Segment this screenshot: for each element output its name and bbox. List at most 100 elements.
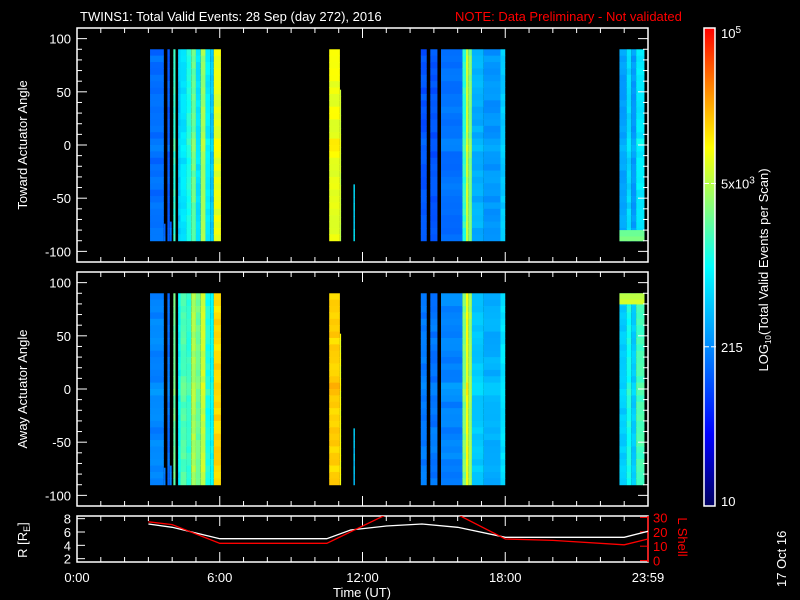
heat-cell (213, 414, 221, 422)
heat-cell (329, 227, 340, 235)
heat-cell (430, 357, 438, 364)
heat-cell (483, 293, 501, 301)
heat-cell (213, 68, 221, 76)
heat-cell (626, 196, 632, 203)
heat-cell (465, 74, 469, 82)
heat-cell (329, 145, 340, 152)
heat-cell (631, 151, 637, 159)
heat-cell (167, 408, 170, 416)
heat-cell (186, 164, 192, 172)
heat-cell (173, 176, 176, 184)
heat-cell (420, 478, 427, 486)
heat-cell (200, 81, 206, 89)
heat-cell (468, 138, 472, 146)
heat-cell (339, 467, 342, 475)
heat-cell (468, 465, 472, 473)
heat-cell (483, 87, 501, 95)
heat-cell (329, 427, 340, 435)
heat-cell (186, 234, 192, 242)
heat-cell (329, 208, 340, 216)
heat-cell (500, 331, 506, 339)
heat-cell (205, 293, 211, 301)
heat-cell (471, 196, 484, 203)
heat-cell (420, 106, 427, 114)
heat-cell (619, 414, 627, 422)
heat-cell (420, 414, 427, 422)
y-tick-label: -50 (52, 435, 71, 450)
heat-cell (500, 325, 506, 333)
heat-cell (468, 414, 472, 422)
heat-cell (329, 113, 340, 120)
heat-cell (167, 376, 170, 384)
heat-cell (500, 465, 506, 473)
heat-cell (205, 471, 211, 479)
heat-cell (173, 420, 176, 428)
heat-cell (150, 68, 164, 76)
heat-cell (430, 408, 438, 416)
heat-cell (500, 414, 506, 422)
heat-cell (150, 357, 164, 364)
heat-cell (619, 196, 627, 203)
heat-cell (468, 196, 472, 203)
x-tick-label: 18:00 (489, 570, 522, 585)
heat-cell (329, 234, 340, 242)
heat-cell (483, 106, 501, 114)
heat-cell (500, 440, 506, 447)
heat-cell (205, 357, 211, 364)
heat-cell (441, 132, 463, 140)
heat-cell (339, 89, 342, 97)
heat-cell (200, 382, 206, 390)
orbit-panel: 246801020300:00 6:00 12:00 18:00 23:59 (64, 510, 668, 585)
heat-strip (441, 49, 463, 242)
heat-cell (150, 465, 164, 473)
heat-cell (441, 459, 463, 467)
heat-cell (626, 433, 632, 441)
heat-strip (483, 49, 501, 242)
heat-cell (173, 125, 176, 133)
heat-cell (500, 145, 506, 152)
heat-cell (462, 318, 466, 326)
heat-cell (471, 357, 484, 364)
heat-cell (150, 138, 164, 146)
heat-cell (191, 68, 196, 76)
heat-cell (468, 299, 472, 307)
heat-strip (500, 49, 506, 242)
heat-cell (471, 68, 484, 76)
xlabel: Time (UT) (333, 585, 391, 600)
heat-strip (195, 49, 201, 242)
heat-cell (465, 87, 469, 95)
heat-cell (339, 340, 342, 347)
heat-cell (200, 106, 206, 114)
heat-cell (150, 74, 164, 82)
heat-cell (468, 446, 472, 454)
heat-cell (186, 306, 192, 313)
heat-cell (420, 208, 427, 216)
heat-cell (213, 157, 221, 165)
heat-cell (441, 227, 463, 235)
heat-cell (339, 179, 342, 186)
heat-cell (468, 151, 472, 159)
heat-strip (420, 49, 427, 242)
heat-cell (195, 452, 201, 460)
heat-cell (167, 452, 170, 460)
heat-cell (471, 376, 484, 384)
heat-cell (441, 478, 463, 486)
heat-cell (462, 234, 466, 242)
heat-cell (329, 325, 340, 333)
heat-cell (441, 151, 463, 159)
heat-cell (636, 157, 645, 165)
heat-cell (150, 106, 164, 114)
heat-cell (626, 331, 632, 339)
heat-cell (500, 369, 506, 377)
heat-cell (483, 382, 501, 390)
heat-cell (465, 196, 469, 203)
heat-cell (626, 420, 632, 428)
heat-cell (465, 331, 469, 339)
heat-cell (178, 68, 181, 76)
heat-cell (186, 215, 192, 223)
heat-cell (631, 87, 637, 95)
heat-cell (200, 49, 206, 57)
heat-cell (483, 81, 501, 89)
heat-cell (191, 478, 196, 486)
heat-cell (353, 222, 355, 230)
